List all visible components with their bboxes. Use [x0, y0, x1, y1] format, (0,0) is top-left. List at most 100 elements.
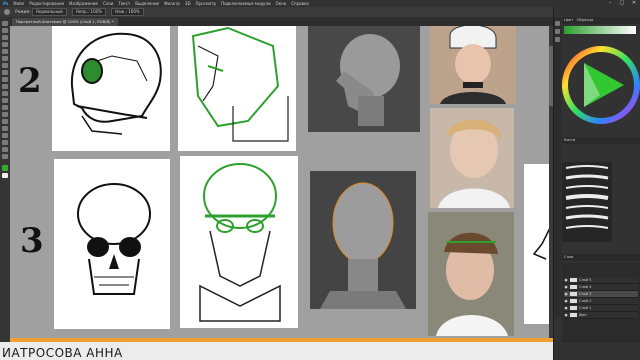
hand-tool-icon[interactable]	[2, 147, 8, 152]
row-number-2: 2	[18, 61, 42, 101]
layer-row[interactable]: ● Слой 2	[564, 298, 638, 305]
options-bar: Режим: Нормальный Непр.: 100% Наж.: 100%	[0, 7, 640, 17]
layer-thumbnail	[570, 292, 577, 296]
eraser-tool-icon[interactable]	[2, 91, 8, 96]
dodge-tool-icon[interactable]	[2, 112, 8, 117]
close-button[interactable]: ✕	[628, 0, 640, 7]
path-select-tool-icon[interactable]	[2, 133, 8, 138]
reference-photo-headband	[428, 212, 514, 336]
head-planes-profile-drawing	[191, 26, 289, 142]
stamp-tool-icon[interactable]	[2, 77, 8, 82]
mode-label: Режим:	[15, 9, 31, 14]
tab-swatches[interactable]: Образцы	[577, 18, 594, 22]
eyedropper-tool-icon[interactable]	[2, 56, 8, 61]
reference-photo-short-hair	[430, 108, 514, 208]
move-tool-icon[interactable]	[2, 21, 8, 26]
layer-thumbnail	[570, 285, 577, 289]
healing-tool-icon[interactable]	[2, 63, 8, 68]
sketch-head-planes-front	[180, 156, 298, 328]
history-icon[interactable]	[555, 21, 560, 26]
layer-name: Слой 4	[579, 285, 592, 289]
menu-help[interactable]: Справка	[291, 0, 309, 7]
color-panel-tabs[interactable]: Цвет Образцы	[562, 17, 640, 24]
mode-select[interactable]: Нормальный	[32, 8, 67, 16]
gradient-tool-icon[interactable]	[2, 98, 8, 103]
render-head-front	[310, 171, 416, 309]
layer-name: Слой 5	[579, 278, 592, 282]
document-tab[interactable]: Портретный Анатомия @ 100% (Слой 1, RGB/…	[12, 18, 118, 26]
menu-view[interactable]: Просмотр	[196, 0, 217, 7]
right-panels: Цвет Образцы Кисти Слои ● Слой 5 ● Слой …	[553, 7, 640, 360]
brush-list	[562, 162, 612, 242]
row-number-3: 3	[20, 221, 44, 261]
layer-row[interactable]: ● Слой 4	[564, 284, 638, 291]
eye-icon[interactable]: ●	[564, 298, 568, 304]
layer-thumbnail	[570, 306, 577, 310]
crop-tool-icon[interactable]	[2, 49, 8, 54]
flow-field[interactable]: Наж.: 100%	[111, 8, 144, 16]
minimize-button[interactable]: –	[604, 0, 616, 7]
quick-select-tool-icon[interactable]	[2, 42, 8, 47]
menu-file[interactable]: Файл	[13, 0, 24, 7]
helmet-photo	[430, 26, 516, 104]
brush-strokes-preview	[565, 165, 609, 229]
type-tool-icon[interactable]	[2, 126, 8, 131]
reference-photo-helmet	[430, 26, 516, 104]
brush-tool-icon[interactable]	[4, 9, 10, 15]
eye-icon[interactable]: ●	[564, 305, 568, 311]
history-brush-tool-icon[interactable]	[2, 84, 8, 89]
layer-row[interactable]: ● Слой 1	[564, 305, 638, 312]
background-color-swatch[interactable]	[2, 173, 8, 178]
foreground-color-swatch[interactable]	[2, 165, 8, 171]
layer-thumbnail	[570, 278, 577, 282]
head-front-render	[320, 182, 406, 309]
opacity-field[interactable]: Непр.: 100%	[72, 8, 106, 16]
menu-text[interactable]: Текст	[118, 0, 130, 7]
properties-icon[interactable]	[555, 29, 560, 34]
layer-row[interactable]: ● Слой 3	[564, 291, 638, 298]
menu-select[interactable]: Выделение	[135, 0, 159, 7]
tab-color[interactable]: Цвет	[564, 18, 573, 22]
menu-plugins[interactable]: Подключаемые модули	[221, 0, 271, 7]
head-profile-render	[336, 34, 400, 126]
layers-panel-tab[interactable]: Слои	[562, 254, 640, 261]
ps-logo[interactable]: Ps	[3, 0, 8, 7]
panel-icon-strip	[554, 17, 561, 317]
eye-icon[interactable]: ●	[564, 291, 568, 297]
render-head-profile	[308, 26, 420, 132]
adjustments-icon[interactable]	[555, 37, 560, 42]
menu-image[interactable]: Изображение	[69, 0, 98, 7]
marquee-tool-icon[interactable]	[2, 28, 8, 33]
sketch-skull-profile	[52, 26, 170, 151]
menu-filter[interactable]: Фильтр	[164, 0, 180, 7]
blur-tool-icon[interactable]	[2, 105, 8, 110]
shape-tool-icon[interactable]	[2, 140, 8, 145]
color-slider[interactable]	[564, 26, 636, 34]
canvas[interactable]: 2 3	[10, 26, 553, 338]
menu-bar: Ps Файл Редактирование Изображение Слои …	[0, 0, 640, 7]
zoom-tool-icon[interactable]	[2, 154, 8, 159]
lasso-tool-icon[interactable]	[2, 35, 8, 40]
layer-name: Слой 1	[579, 306, 592, 310]
headband-photo	[428, 212, 514, 336]
layer-row[interactable]: ● Слой 5	[564, 277, 638, 284]
footer-strip: ИАТРОСОВА АННА	[0, 342, 553, 360]
maximize-button[interactable]: □	[616, 0, 628, 7]
eye-icon[interactable]: ●	[564, 284, 568, 290]
menu-edit[interactable]: Редактирование	[29, 0, 64, 7]
menu-3d[interactable]: 3D	[185, 0, 191, 7]
layer-row[interactable]: ● Фон	[564, 312, 638, 319]
menu-layers[interactable]: Слои	[103, 0, 113, 7]
sketch-head-planes-profile	[178, 26, 296, 151]
brush-tool-icon[interactable]	[2, 70, 8, 75]
sketch-skull-front	[54, 159, 170, 329]
eye-icon[interactable]: ●	[564, 277, 568, 283]
pen-tool-icon[interactable]	[2, 119, 8, 124]
layer-name: Слой 2	[579, 299, 592, 303]
layers-list: ● Слой 5 ● Слой 4 ● Слой 3 ● Слой 2 ● Слой 1 …	[562, 263, 640, 343]
brushes-panel-tab[interactable]: Кисти	[562, 137, 640, 144]
eye-icon[interactable]: ●	[564, 312, 568, 318]
layer-name: Слой 3	[579, 292, 592, 296]
author-name: ИАТРОСОВА АННА	[2, 346, 123, 360]
menu-window[interactable]: Окно	[276, 0, 287, 7]
